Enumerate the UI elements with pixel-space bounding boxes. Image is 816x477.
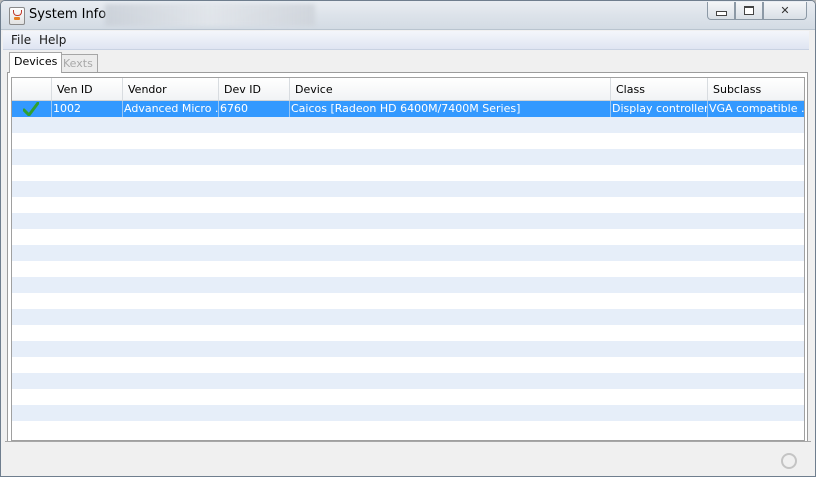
column-header-subclass[interactable]: Subclass bbox=[708, 78, 804, 100]
empty-row bbox=[12, 261, 804, 277]
table-header: Ven ID Vendor Dev ID Device Class Subcla… bbox=[12, 78, 804, 101]
empty-row bbox=[12, 293, 804, 309]
column-header-dev-id[interactable]: Dev ID bbox=[219, 78, 290, 100]
title-bar[interactable]: System Info ✕ bbox=[1, 1, 815, 30]
empty-row bbox=[12, 149, 804, 165]
empty-row bbox=[12, 325, 804, 341]
device-cell: Caicos [Radeon HD 6400M/7400M Series] bbox=[290, 101, 611, 117]
blurred-background-area bbox=[105, 4, 315, 26]
empty-row bbox=[12, 421, 804, 437]
class-cell: Display controller bbox=[612, 101, 708, 117]
window-controls: ✕ bbox=[707, 2, 807, 20]
maximize-button[interactable] bbox=[735, 2, 763, 20]
status-cell bbox=[12, 101, 52, 117]
column-header-status[interactable] bbox=[12, 78, 52, 100]
menu-bar: File Help bbox=[3, 31, 809, 50]
empty-row bbox=[12, 245, 804, 261]
empty-row bbox=[12, 405, 804, 421]
empty-row bbox=[12, 357, 804, 373]
dev-id-cell: 6760 bbox=[219, 101, 290, 117]
column-header-device[interactable]: Device bbox=[290, 78, 611, 100]
tab-devices[interactable]: Devices bbox=[9, 52, 63, 73]
check-icon bbox=[23, 102, 39, 116]
subclass-cell: VGA compatible ... bbox=[709, 102, 804, 115]
menu-help[interactable]: Help bbox=[39, 33, 66, 47]
empty-row bbox=[12, 277, 804, 293]
window-title: System Info bbox=[29, 7, 107, 22]
empty-row bbox=[12, 341, 804, 357]
column-header-class[interactable]: Class bbox=[611, 78, 708, 100]
empty-row bbox=[12, 389, 804, 405]
status-bar bbox=[5, 441, 811, 472]
empty-row bbox=[12, 197, 804, 213]
menu-file[interactable]: File bbox=[11, 33, 31, 47]
empty-row bbox=[12, 117, 804, 133]
spinner-icon bbox=[781, 453, 797, 469]
empty-row bbox=[12, 165, 804, 181]
empty-row bbox=[12, 181, 804, 197]
ven-id-cell: 1002 bbox=[52, 101, 123, 117]
devices-table[interactable]: Ven ID Vendor Dev ID Device Class Subcla… bbox=[11, 77, 805, 441]
empty-row bbox=[12, 229, 804, 245]
empty-row bbox=[12, 213, 804, 229]
maximize-icon bbox=[744, 6, 754, 15]
devices-panel: Ven ID Vendor Dev ID Device Class Subcla… bbox=[7, 72, 808, 442]
column-header-ven-id[interactable]: Ven ID bbox=[52, 78, 123, 100]
vendor-cell: Advanced Micro ... bbox=[124, 101, 219, 117]
tab-kexts: Kexts bbox=[58, 54, 98, 72]
empty-row bbox=[12, 373, 804, 389]
empty-row bbox=[12, 309, 804, 325]
system-info-window: System Info ✕ File Help Devices Kexts Ve… bbox=[0, 0, 816, 477]
close-icon: ✕ bbox=[780, 4, 790, 17]
table-row[interactable]: 1002 Advanced Micro ... 6760 Caicos [Rad… bbox=[12, 101, 804, 117]
column-header-vendor[interactable]: Vendor bbox=[123, 78, 219, 100]
empty-row bbox=[12, 133, 804, 149]
minimize-icon bbox=[715, 10, 727, 16]
close-button[interactable]: ✕ bbox=[763, 2, 807, 20]
minimize-button[interactable] bbox=[707, 2, 735, 20]
java-app-icon bbox=[9, 7, 25, 25]
